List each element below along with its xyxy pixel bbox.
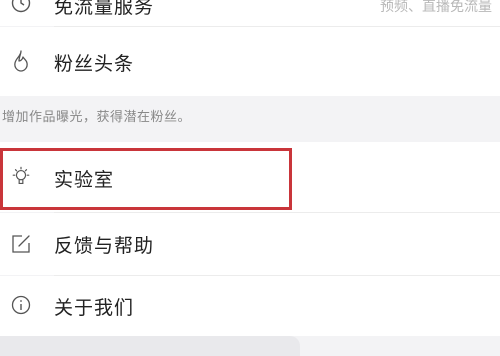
menu-item-subtext: 预频、直播免流量 <box>380 0 492 15</box>
edit-icon <box>10 233 32 255</box>
menu-item-label: 粉丝头条 <box>54 53 135 75</box>
info-icon <box>10 294 32 316</box>
flame-icon <box>10 50 32 72</box>
clock-icon <box>10 0 32 14</box>
menu-item-about-us[interactable]: 关于我们 <box>0 276 500 336</box>
menu-item-feedback-help[interactable]: 反馈与帮助 <box>0 213 500 275</box>
menu-item-free-traffic[interactable]: 免流量服务 预频、直播免流量 <box>0 0 500 26</box>
menu-item-lab[interactable]: 实验室 <box>0 142 500 212</box>
fans-hint-section: 增加作品曝光，获得潜在粉丝。 <box>0 96 500 142</box>
fans-hint-text: 增加作品曝光，获得潜在粉丝。 <box>2 110 192 125</box>
menu-item-fans-headline[interactable]: 粉丝头条 <box>0 27 500 96</box>
menu-item-label: 反馈与帮助 <box>54 235 155 257</box>
lightbulb-icon <box>10 166 32 188</box>
menu-item-label: 实验室 <box>54 169 115 191</box>
menu-item-label: 关于我们 <box>54 297 135 319</box>
menu-item-label: 免流量服务 <box>54 0 155 18</box>
bottom-panel <box>0 336 300 356</box>
